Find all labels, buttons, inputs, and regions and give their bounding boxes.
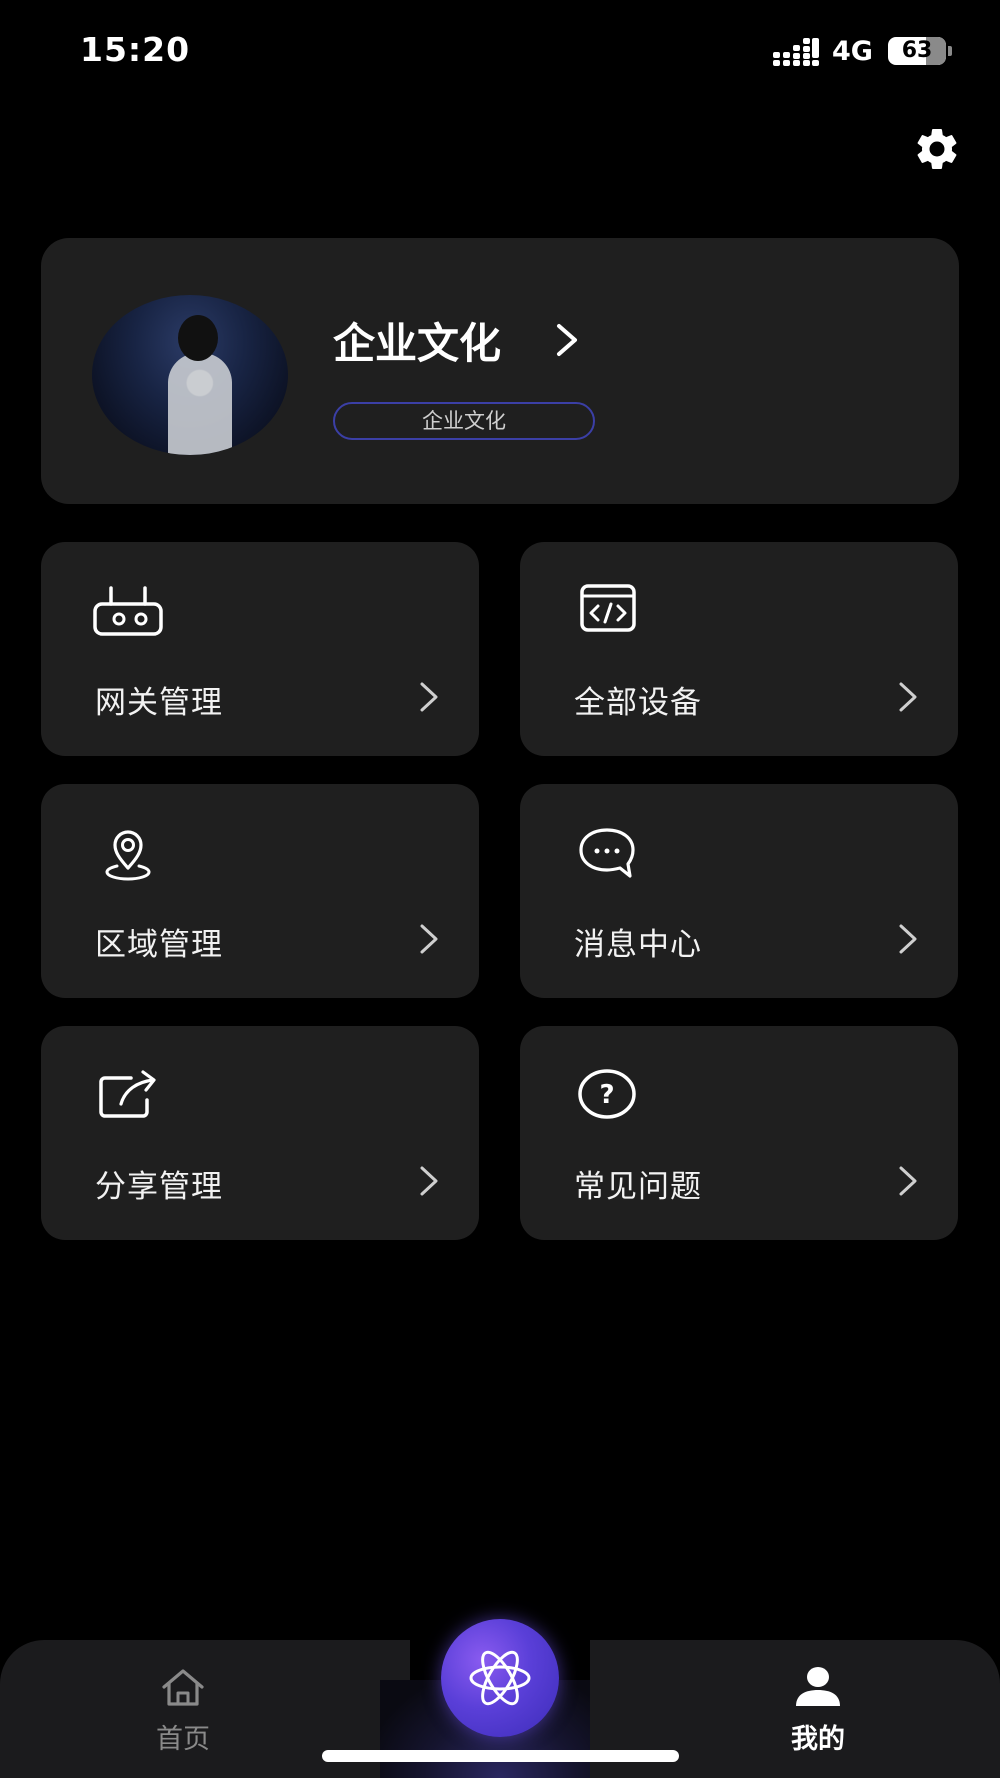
menu-tile-gateway[interactable]: 网关管理 [41, 542, 479, 756]
network-type: 4G [832, 36, 873, 67]
menu-tile-label: 全部设备 [574, 685, 702, 721]
center-action-button[interactable] [441, 1619, 559, 1737]
share-icon [99, 1070, 156, 1118]
signal-icon [773, 38, 819, 66]
tab-me[interactable]: 我的 [775, 1717, 861, 1756]
chevron-right-icon [420, 682, 438, 712]
menu-tile-share[interactable]: 分享管理 [41, 1026, 479, 1240]
menu-tile-label: 区域管理 [95, 927, 223, 963]
profile-tag: 企业文化 [333, 402, 595, 440]
atom-icon [469, 1650, 531, 1706]
home-icon[interactable] [160, 1667, 206, 1707]
avatar[interactable] [92, 295, 288, 455]
location-pin-icon [105, 830, 151, 881]
menu-tile-faq[interactable]: ? 常见问题 [520, 1026, 958, 1240]
question-icon: ? [578, 1069, 636, 1119]
battery-level: 63 [901, 38, 933, 63]
profile-name[interactable]: 企业文化 [333, 310, 501, 371]
code-window-icon [580, 584, 636, 632]
gear-icon[interactable] [912, 124, 962, 174]
chevron-right-icon [899, 924, 917, 954]
chevron-right-icon [899, 682, 917, 712]
battery-tip [948, 46, 952, 56]
tab-home[interactable]: 首页 [140, 1717, 226, 1756]
chevron-right-icon [899, 1166, 917, 1196]
chevron-right-icon[interactable] [553, 322, 581, 358]
user-icon[interactable] [794, 1666, 842, 1708]
menu-tile-label: 消息中心 [574, 927, 702, 963]
menu-tile-label: 常见问题 [574, 1169, 702, 1205]
chevron-right-icon [420, 924, 438, 954]
menu-tile-label: 网关管理 [95, 685, 223, 721]
menu-tile-label: 分享管理 [95, 1169, 223, 1205]
chevron-right-icon [420, 1166, 438, 1196]
menu-tile-all-devices[interactable]: 全部设备 [520, 542, 958, 756]
home-indicator [322, 1750, 679, 1762]
status-time: 15:20 [80, 30, 191, 69]
svg-text:?: ? [599, 1080, 614, 1110]
status-bar: 15:20 4G 63 [0, 0, 1000, 100]
chat-bubble-icon [579, 828, 635, 878]
menu-tile-messages[interactable]: 消息中心 [520, 784, 958, 998]
battery-icon: 63 [888, 37, 946, 65]
menu-tile-area[interactable]: 区域管理 [41, 784, 479, 998]
gateway-router-icon [93, 586, 163, 636]
